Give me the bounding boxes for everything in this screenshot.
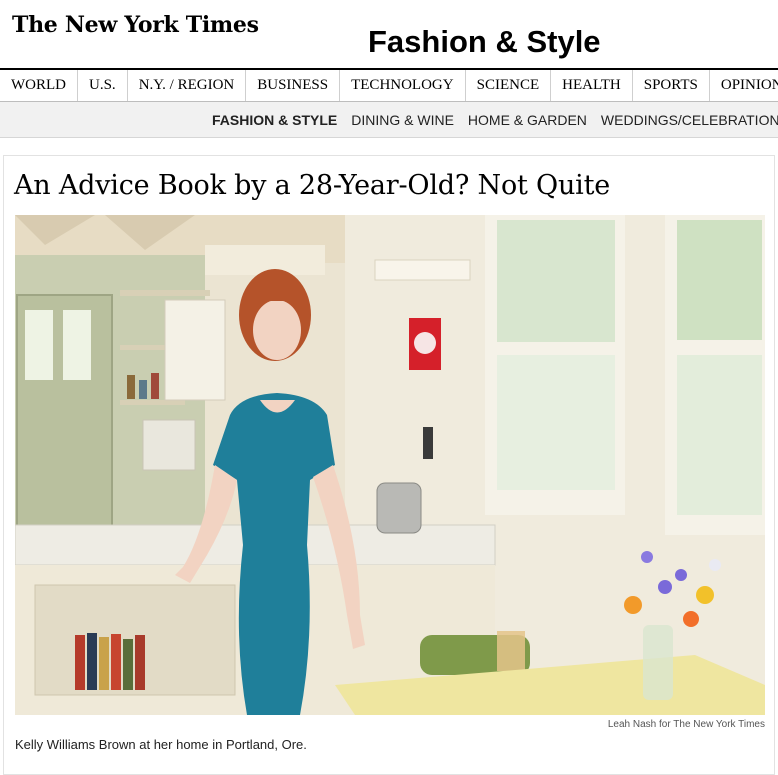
nav-item-ny-region[interactable]: N.Y. / REGION — [128, 70, 247, 101]
nav-item-opinion[interactable]: OPINION — [710, 70, 778, 101]
subnav-item-home-garden[interactable]: HOME & GARDEN — [468, 112, 587, 128]
nav-item-sports[interactable]: SPORTS — [633, 70, 710, 101]
nyt-logo[interactable]: The New York Times — [12, 12, 259, 38]
nav-item-health[interactable]: HEALTH — [551, 70, 633, 101]
subnav-item-weddings[interactable]: WEDDINGS/CELEBRATIONS — [601, 112, 778, 128]
nav-item-world[interactable]: WORLD — [0, 70, 78, 101]
photo-caption: Kelly Williams Brown at her home in Port… — [15, 737, 307, 752]
nav-item-us[interactable]: U.S. — [78, 70, 128, 101]
article-photo[interactable] — [15, 215, 765, 715]
masthead: The New York Times Fashion & Style — [0, 0, 778, 68]
section-subnav: FASHION & STYLE DINING & WINE HOME & GAR… — [0, 102, 778, 138]
nav-item-science[interactable]: SCIENCE — [466, 70, 552, 101]
section-title: Fashion & Style — [368, 24, 601, 59]
photo-illustration — [15, 215, 765, 715]
article-headline[interactable]: An Advice Book by a 28-Year-Old? Not Qui… — [14, 170, 610, 201]
subnav-item-dining-wine[interactable]: DINING & WINE — [351, 112, 454, 128]
photo-credit: Leah Nash for The New York Times — [607, 719, 765, 730]
nav-item-technology[interactable]: TECHNOLOGY — [340, 70, 466, 101]
subnav-item-fashion-style[interactable]: FASHION & STYLE — [212, 112, 337, 128]
main-nav: WORLD U.S. N.Y. / REGION BUSINESS TECHNO… — [0, 68, 778, 102]
nav-item-business[interactable]: BUSINESS — [246, 70, 341, 101]
